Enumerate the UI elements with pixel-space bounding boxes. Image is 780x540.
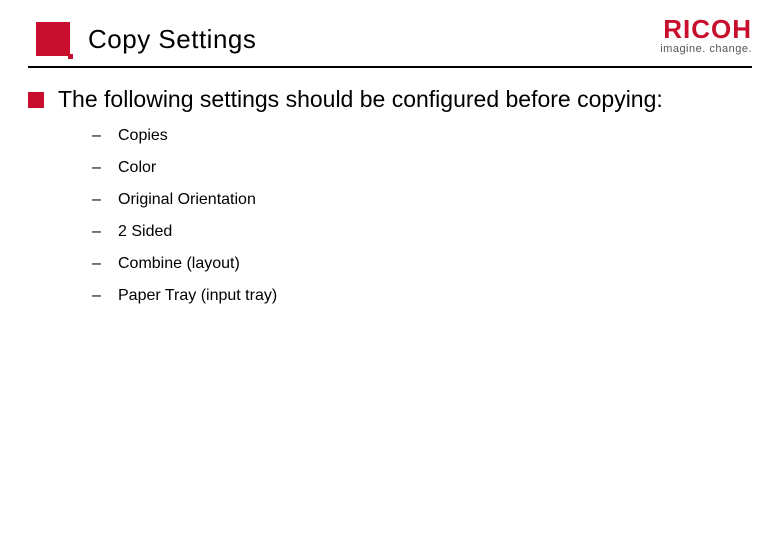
dash-icon: – <box>92 191 102 209</box>
list-item-label: Combine (layout) <box>118 255 240 273</box>
content-area: The following settings should be configu… <box>0 68 780 305</box>
settings-list: – Copies – Color – Original Orientation … <box>28 127 752 305</box>
list-item: – Paper Tray (input tray) <box>92 287 752 305</box>
list-item: – Combine (layout) <box>92 255 752 273</box>
list-item: – Original Orientation <box>92 191 752 209</box>
square-bullet-icon <box>28 92 44 108</box>
intro-row: The following settings should be configu… <box>28 86 752 113</box>
list-item-label: Color <box>118 159 156 177</box>
brand-tagline: imagine. change. <box>660 43 752 55</box>
list-item: – 2 Sided <box>92 223 752 241</box>
list-item-label: Paper Tray (input tray) <box>118 287 277 305</box>
page-title: Copy Settings <box>88 24 256 55</box>
title-bullet-icon <box>36 22 70 56</box>
title-block: Copy Settings <box>36 22 256 56</box>
logo-block: RICOH imagine. change. <box>660 16 752 55</box>
header: Copy Settings RICOH imagine. change. <box>0 0 780 62</box>
dash-icon: – <box>92 255 102 273</box>
dash-icon: – <box>92 159 102 177</box>
dash-icon: – <box>92 127 102 145</box>
dash-icon: – <box>92 223 102 241</box>
list-item-label: Original Orientation <box>118 191 256 209</box>
dash-icon: – <box>92 287 102 305</box>
list-item: – Copies <box>92 127 752 145</box>
brand-logo: RICOH <box>660 16 752 42</box>
intro-text: The following settings should be configu… <box>58 86 663 113</box>
list-item: – Color <box>92 159 752 177</box>
list-item-label: 2 Sided <box>118 223 172 241</box>
list-item-label: Copies <box>118 127 168 145</box>
